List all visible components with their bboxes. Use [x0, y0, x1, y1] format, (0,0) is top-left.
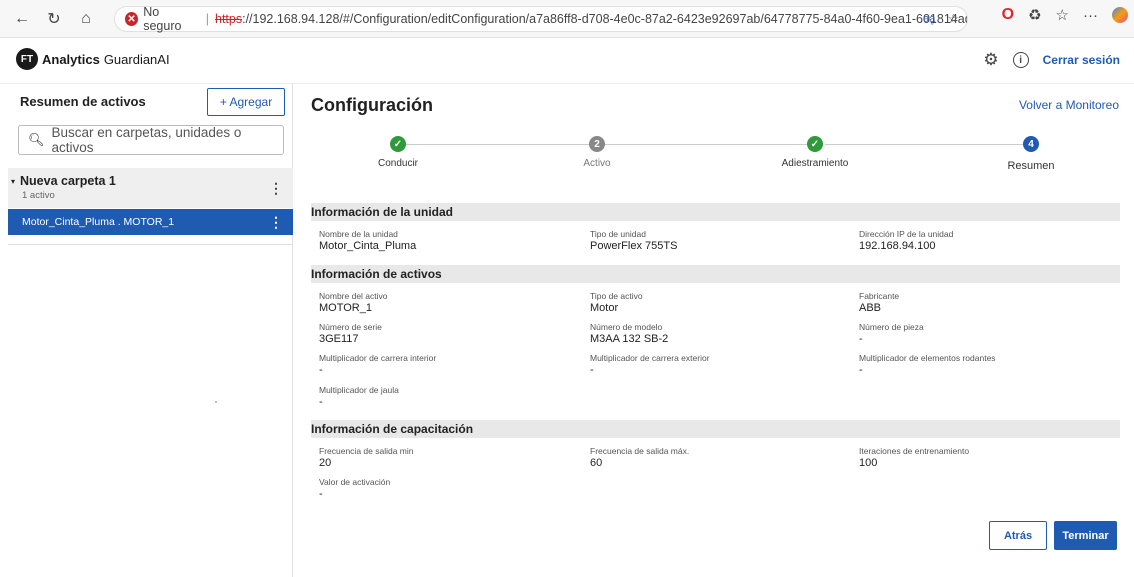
more-menu-icon[interactable]: ···: [1083, 7, 1098, 24]
gear-icon[interactable]: ⚙: [983, 50, 998, 70]
opera-extension-icon[interactable]: O: [1002, 6, 1014, 24]
field-cage-multiplier: Multiplicador de jaula -: [319, 385, 399, 408]
read-aloud-icon[interactable]: aḁ: [923, 13, 935, 25]
not-secure-icon: ✕: [125, 12, 139, 26]
step-label: Resumen: [1007, 160, 1055, 172]
step-activo[interactable]: 2 Activo: [537, 136, 657, 169]
asset-kebab-icon[interactable]: ⋮: [269, 215, 283, 229]
configuration-panel: Configuración Volver a Monitoreo ✓ Condu…: [305, 84, 1134, 577]
folder-item[interactable]: ▾ Nueva carpeta 1 1 activo ⋮: [8, 168, 293, 208]
unit-info-header: Información de la unidad: [311, 203, 1120, 221]
finish-button[interactable]: Terminar: [1054, 521, 1117, 550]
step-label: Activo: [583, 158, 611, 169]
asset-item-selected[interactable]: Motor_Cinta_Pluma . MOTOR_1 ⋮: [8, 209, 293, 235]
product-name: GuardianAI: [103, 51, 170, 67]
folder-count: 1 activo: [22, 190, 55, 201]
step-label: Adiestramiento: [781, 158, 849, 169]
brand-name: Analytics: [42, 51, 100, 67]
stepper: ✓ Conducir 2 Activo ✓ Adiestramiento 4 R…: [305, 136, 1134, 176]
field-rolling-elements-multiplier: Multiplicador de elementos rodantes -: [859, 353, 996, 376]
home-icon[interactable]: ⌂: [72, 5, 100, 33]
reload-icon[interactable]: ↻: [40, 5, 68, 33]
add-button[interactable]: + Agregar: [207, 88, 285, 116]
caret-down-icon[interactable]: ▾: [11, 177, 15, 186]
field-model-number: Número de modelo M3AA 132 SB-2: [590, 322, 669, 345]
back-to-monitoring-link[interactable]: Volver a Monitoreo: [1019, 98, 1119, 112]
url-separator: |: [205, 12, 209, 26]
sidebar-dot: [215, 401, 217, 403]
check-icon: ✓: [390, 136, 406, 152]
field-outer-race-multiplier: Multiplicador de carrera exterior -: [590, 353, 710, 376]
step-label: Conducir: [377, 158, 419, 169]
search-icon: 🔍︎: [28, 132, 45, 147]
check-icon: ✓: [807, 136, 823, 152]
assets-sidebar: Resumen de activos + Agregar 🔍︎ Buscar e…: [8, 84, 293, 577]
field-asset-type: Tipo de activo Motor: [590, 291, 643, 314]
field-min-frequency: Frecuencia de salida min 20: [319, 446, 414, 469]
folder-name: Nueva carpeta 1: [20, 174, 116, 188]
browser-toolbar: ← ↻ ⌂ ✕ No seguro | https://192.168.94.1…: [0, 0, 1134, 38]
field-part-number: Número de pieza -: [859, 322, 924, 345]
security-label: No seguro: [143, 5, 182, 33]
ft-logo-icon: FT: [16, 48, 38, 70]
field-max-frequency: Frecuencia de salida máx. 60: [590, 446, 690, 469]
favorites-list-icon[interactable]: ☆: [1056, 6, 1069, 24]
copilot-icon[interactable]: [1112, 7, 1128, 23]
back-button[interactable]: Atrás: [989, 521, 1047, 550]
logout-link[interactable]: Cerrar sesión: [1043, 53, 1120, 67]
field-manufacturer: Fabricante ABB: [859, 291, 900, 314]
field-asset-name: Nombre del activo MOTOR_1: [319, 291, 388, 314]
field-inner-race-multiplier: Multiplicador de carrera interior -: [319, 353, 437, 376]
step-adiestramiento[interactable]: ✓ Adiestramiento: [755, 136, 875, 169]
field-activation-value: Valor de activación -: [319, 477, 391, 500]
field-training-iterations: Iteraciones de entrenamiento 100: [859, 446, 970, 469]
url-path: ://192.168.94.128/#/Configuration/editCo…: [242, 12, 967, 26]
field-unit-ip: Dirección IP de la unidad 192.168.94.100: [859, 229, 954, 252]
step-conducir[interactable]: ✓ Conducir: [338, 136, 458, 169]
sidebar-title: Resumen de activos: [20, 94, 146, 109]
step-number: 4: [1023, 136, 1039, 152]
field-unit-name: Nombre de la unidad Motor_Cinta_Pluma: [319, 229, 417, 252]
field-serial-number: Número de serie 3GE117: [319, 322, 382, 345]
asset-info-header: Información de activos: [311, 265, 1120, 283]
extensions-icon[interactable]: ♻: [1028, 6, 1041, 24]
field-unit-type: Tipo de unidad PowerFlex 755TS: [590, 229, 678, 252]
search-placeholder: Buscar en carpetas, unidades o activos: [51, 125, 242, 155]
training-info-header: Información de capacitación: [311, 420, 1120, 438]
sidebar-divider: [8, 244, 293, 245]
app-logo: FT Analytics GuardianAI: [16, 48, 170, 70]
step-number: 2: [589, 136, 605, 152]
app-header: FT Analytics GuardianAI ⚙ i Cerrar sesió…: [0, 38, 1134, 84]
search-input[interactable]: 🔍︎ Buscar en carpetas, unidades o activo…: [18, 125, 284, 155]
info-icon[interactable]: i: [1012, 52, 1029, 68]
url-protocol: https: [215, 12, 243, 26]
back-arrow-icon[interactable]: ←: [8, 5, 36, 33]
favorite-star-icon[interactable]: ☆: [947, 11, 959, 27]
page-title: Configuración: [311, 95, 433, 115]
asset-name: Motor_Cinta_Pluma . MOTOR_1: [22, 216, 175, 228]
step-resumen[interactable]: 4 Resumen: [971, 136, 1091, 172]
address-bar[interactable]: ✕ No seguro | https://192.168.94.128/#/C…: [114, 5, 968, 33]
folder-kebab-icon[interactable]: ⋮: [269, 181, 283, 195]
